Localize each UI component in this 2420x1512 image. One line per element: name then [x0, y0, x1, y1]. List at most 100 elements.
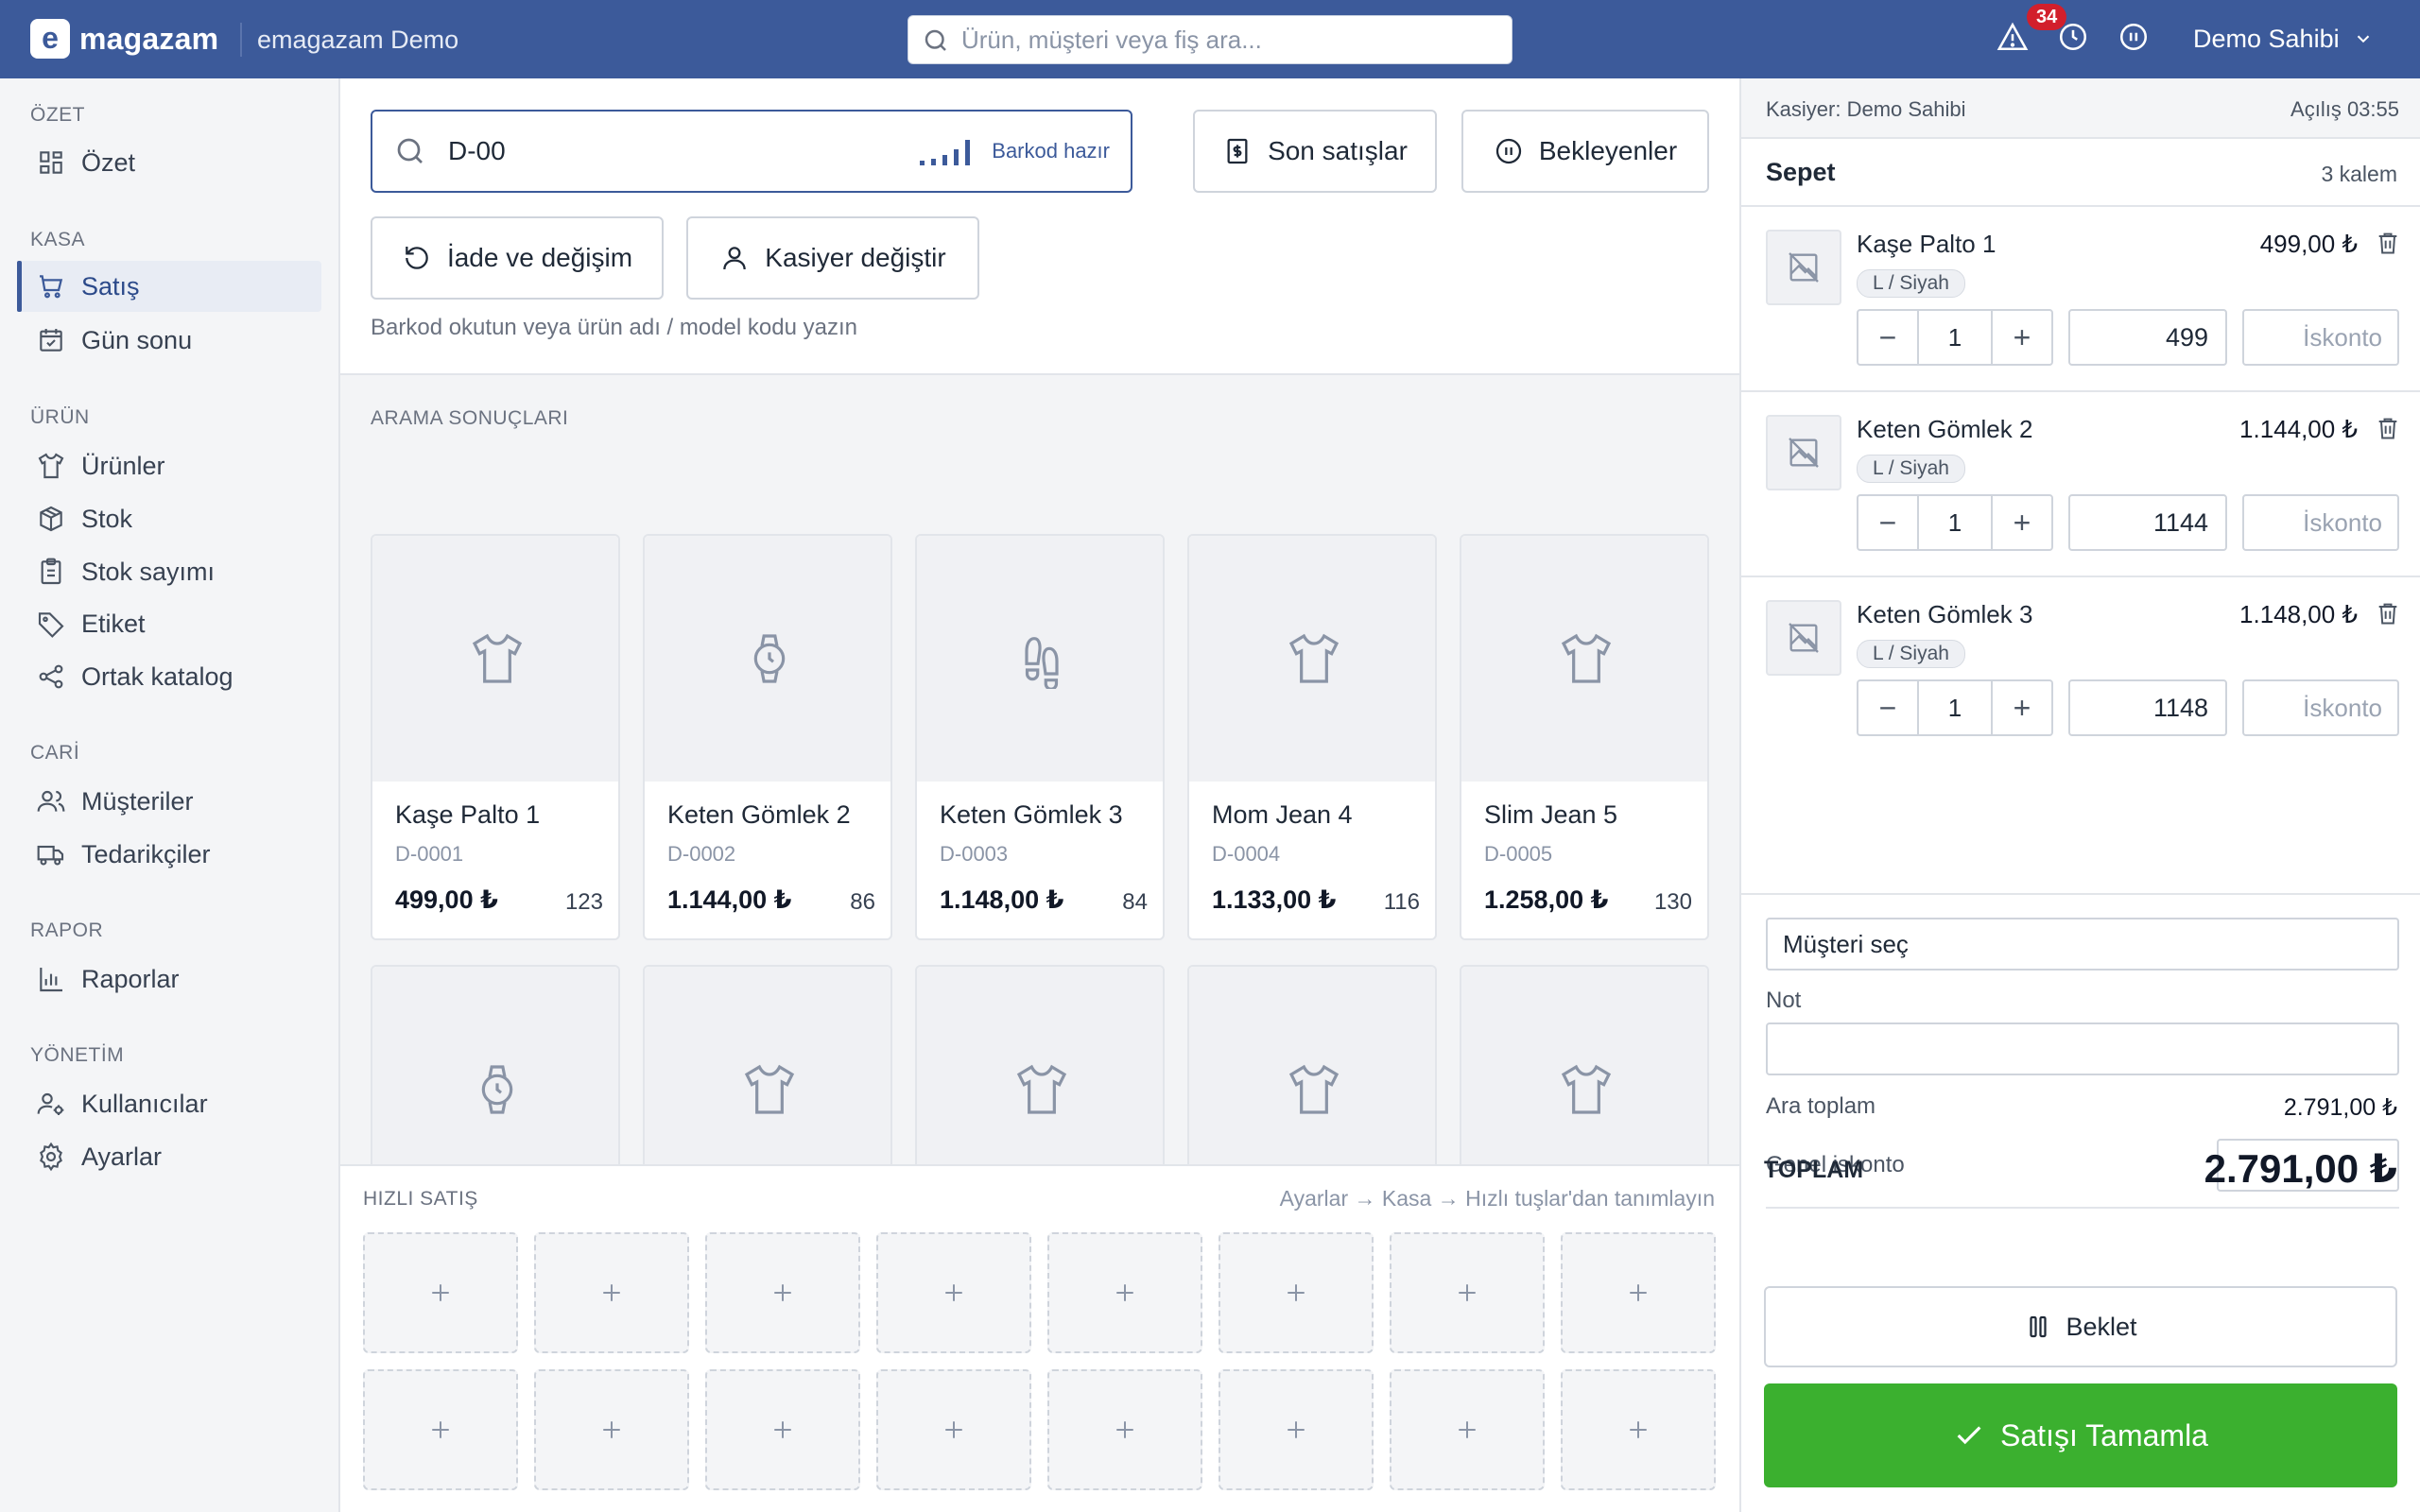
quick-sale-slot[interactable]	[876, 1232, 1031, 1353]
plus-button[interactable]: +	[1993, 311, 2051, 364]
sidebar-item-ozet[interactable]: Özet	[17, 137, 321, 188]
minus-button[interactable]: −	[1858, 496, 1917, 549]
sidebar-item-stok[interactable]: Stok	[17, 493, 321, 544]
discount-input[interactable]: İskonto	[2242, 309, 2399, 366]
logo-badge: e	[30, 19, 70, 59]
product-card[interactable]	[1460, 965, 1709, 1164]
quick-sale-slot[interactable]	[1561, 1232, 1716, 1353]
quick-sale-slot[interactable]	[1047, 1369, 1202, 1490]
search-results: ARAMA SONUÇLARI Kaşe Palto 1 D-0001 499,…	[340, 375, 1739, 1164]
quick-sale-slot[interactable]	[1219, 1369, 1374, 1490]
product-card[interactable]	[915, 965, 1165, 1164]
barcode-input[interactable]: D-00 Barkod hazır	[371, 110, 1132, 193]
minus-button[interactable]: −	[1858, 681, 1917, 734]
switch-cashier-label: Kasiyer değiştir	[765, 243, 946, 272]
subtotal-label: Ara toplam	[1766, 1093, 1876, 1119]
unit-price-input[interactable]: 1148	[2068, 679, 2227, 736]
sidebar-item-raporlar[interactable]: Raporlar	[17, 954, 321, 1005]
complete-sale-button[interactable]: Satışı Tamamla	[1764, 1383, 2397, 1487]
sidebar-item-label: Gün sonu	[81, 325, 193, 354]
product-card[interactable]: Slim Jean 5 D-0005 1.258,00 ₺ 130	[1460, 534, 1709, 940]
quick-sale-slot[interactable]	[1047, 1232, 1202, 1353]
total-label: TOPLAM	[1764, 1157, 1864, 1183]
plus-button[interactable]: +	[1993, 681, 2051, 734]
pause-circle-icon[interactable]	[2118, 21, 2150, 53]
minus-button[interactable]: −	[1858, 311, 1917, 364]
customer-select[interactable]: Müşteri seç	[1766, 918, 2399, 971]
product-card[interactable]: Keten Gömlek 3 D-0003 1.148,00 ₺ 84	[915, 534, 1165, 940]
sidebar-item-musteriler[interactable]: Müşteriler	[17, 776, 321, 827]
pending-button[interactable]: Bekleyenler	[1461, 110, 1709, 193]
unit-price-input[interactable]: 499	[2068, 309, 2227, 366]
recent-sales-button[interactable]: Son satışlar	[1193, 110, 1437, 193]
quantity-value[interactable]: 1	[1917, 311, 1993, 364]
quick-sale-slot[interactable]	[1390, 1232, 1545, 1353]
product-price: 1.133,00 ₺	[1212, 885, 1337, 914]
product-price: 1.144,00 ₺	[667, 885, 792, 914]
product-name: Kaşe Palto 1	[395, 800, 541, 829]
product-card[interactable]	[1187, 965, 1437, 1164]
product-stock: 130	[1653, 889, 1692, 915]
sidebar-item-ayarlar[interactable]: Ayarlar	[17, 1131, 321, 1182]
sidebar-item-urunler[interactable]: Ürünler	[17, 440, 321, 491]
product-card[interactable]: Kaşe Palto 1 D-0001 499,00 ₺ 123	[371, 534, 620, 940]
sidebar-item-satis[interactable]: Satış	[17, 261, 321, 312]
quick-sale-slot[interactable]	[534, 1232, 689, 1353]
quick-sale-slot[interactable]	[876, 1369, 1031, 1490]
quick-sale-slot[interactable]	[363, 1369, 518, 1490]
plus-icon	[597, 1416, 626, 1444]
quick-sale-slot[interactable]	[705, 1369, 860, 1490]
product-card[interactable]	[371, 965, 620, 1164]
quick-sale-slot[interactable]	[534, 1369, 689, 1490]
clipboard-icon	[36, 557, 66, 587]
sidebar-item-kullanicilar[interactable]: Kullanıcılar	[17, 1078, 321, 1129]
quantity-value[interactable]: 1	[1917, 496, 1993, 549]
unit-price-input[interactable]: 1144	[2068, 494, 2227, 551]
quick-sale-slot[interactable]	[1390, 1369, 1545, 1490]
discount-input[interactable]: İskonto	[2242, 494, 2399, 551]
sidebar-item-tedarikciler[interactable]: Tedarikçiler	[17, 829, 321, 880]
sidebar-item-gun-sonu[interactable]: Gün sonu	[17, 315, 321, 366]
shirt-icon	[1556, 1059, 1616, 1120]
discount-input[interactable]: İskonto	[2242, 679, 2399, 736]
clock-icon[interactable]	[2057, 21, 2089, 53]
switch-cashier-button[interactable]: Kasiyer değiştir	[686, 216, 979, 300]
product-card[interactable]	[643, 965, 892, 1164]
search-icon	[393, 134, 427, 168]
return-exchange-button[interactable]: İade ve değişim	[371, 216, 664, 300]
note-input[interactable]	[1766, 1022, 2399, 1075]
sidebar-item-stok-sayimi[interactable]: Stok sayımı	[17, 546, 321, 597]
image-off-icon	[1766, 230, 1841, 305]
nav-section-kasa: KASA	[30, 229, 86, 250]
alert-icon[interactable]	[1996, 21, 2029, 53]
quick-sale-slot[interactable]	[1219, 1232, 1374, 1353]
trash-icon[interactable]	[2375, 600, 2401, 627]
sidebar-item-ortak-katalog[interactable]: Ortak katalog	[17, 651, 321, 702]
product-image	[372, 967, 618, 1164]
quick-sale-slot[interactable]	[705, 1232, 860, 1353]
product-price: 1.148,00 ₺	[940, 885, 1064, 914]
cart-line-name: Keten Gömlek 2	[1857, 415, 2033, 443]
plus-icon	[940, 1416, 968, 1444]
trash-icon[interactable]	[2375, 230, 2401, 256]
quantity-value[interactable]: 1	[1917, 681, 1993, 734]
sidebar-item-label: Özet	[81, 147, 136, 177]
product-price: 1.258,00 ₺	[1484, 885, 1609, 914]
trash-icon[interactable]	[2375, 415, 2401, 441]
quick-sale-slot[interactable]	[1561, 1369, 1716, 1490]
product-card[interactable]: Keten Gömlek 2 D-0002 1.144,00 ₺ 86	[643, 534, 892, 940]
logo[interactable]: e magazam	[30, 19, 218, 59]
cart-line: Kaşe Palto 1 499,00 ₺ L / Siyah − 1 + 49…	[1741, 205, 2420, 390]
product-name: Mom Jean 4	[1212, 800, 1353, 829]
global-search-input[interactable]: Ürün, müşteri veya fiş ara...	[908, 15, 1512, 64]
product-card[interactable]: Mom Jean 4 D-0004 1.133,00 ₺ 116	[1187, 534, 1437, 940]
image-off-icon	[1766, 415, 1841, 490]
users-icon	[36, 786, 66, 816]
quick-sale-slot[interactable]	[363, 1232, 518, 1353]
sidebar-item-etiket[interactable]: Etiket	[17, 598, 321, 649]
plus-icon	[1111, 1416, 1139, 1444]
hold-button[interactable]: Beklet	[1764, 1286, 2397, 1367]
plus-button[interactable]: +	[1993, 496, 2051, 549]
shirt-icon	[467, 628, 527, 689]
user-menu[interactable]: Demo Sahibi	[2193, 21, 2374, 57]
